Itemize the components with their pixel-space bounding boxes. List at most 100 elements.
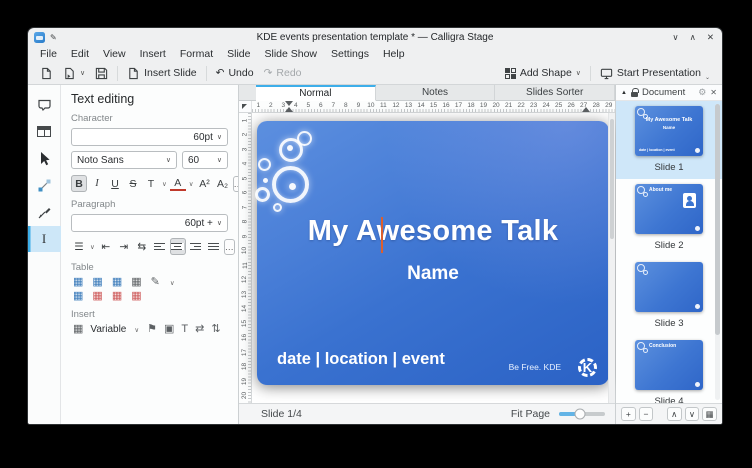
font-color-button[interactable]: A [170,176,186,191]
table-pen-button[interactable]: ✎ [151,277,160,288]
change-case-button[interactable]: T [143,175,159,192]
decrease-indent-button[interactable]: ⇤ [98,238,114,255]
insert-frame-button[interactable]: ▣ [164,324,174,335]
align-center-button[interactable] [170,238,186,255]
dock-close-icon[interactable]: ✕ [710,88,717,97]
table-tool[interactable] [28,118,61,144]
canvas-scrollbar[interactable] [608,113,615,403]
menu-item-settings[interactable]: Settings [324,48,376,60]
maximize-button[interactable]: ∧ [690,33,696,42]
tab-slides-sorter[interactable]: Slides Sorter [495,85,615,100]
tab-notes[interactable]: Notes [376,85,496,100]
font-family-select[interactable]: Noto Sans ∨ [71,151,177,169]
paragraph-more-button[interactable]: … [224,239,235,255]
zoom-slider[interactable] [559,412,605,416]
slide-footer-text[interactable]: date | location | event [277,350,445,369]
minimize-button[interactable]: ∨ [672,33,678,42]
hanging-indent-marker[interactable] [285,107,293,112]
paragraph-style-select[interactable]: 60pt + ∨ [71,214,228,232]
menu-item-edit[interactable]: Edit [64,48,96,60]
slide-thumbnail[interactable]: About me [635,184,703,234]
slide-canvas[interactable]: My Awesome Talk Name date | location | e… [252,113,615,403]
slide-list-item[interactable]: My Awesome TalkNamedate | location | eve… [616,101,722,179]
increase-indent-button[interactable]: ⇥ [116,238,132,255]
variable-button[interactable]: Variable [90,324,126,335]
move-slide-down-button[interactable]: ∨ [685,407,700,421]
tab-normal[interactable]: Normal [256,85,376,101]
slide-title-text[interactable]: My Awesome Talk [257,215,609,248]
open-document-button[interactable]: ∨ [58,64,90,83]
menu-item-slide[interactable]: Slide [220,48,257,60]
merge-cells-button[interactable]: ▦ [131,277,141,288]
swap-button[interactable]: ⇄ [195,324,204,335]
text-tool[interactable]: I [28,226,61,252]
superscript-button[interactable]: A² [197,175,213,192]
start-presentation-button[interactable]: Start Presentation ⌄ [595,64,715,83]
menu-item-help[interactable]: Help [376,48,412,60]
slide-page[interactable]: My Awesome Talk Name date | location | e… [257,121,609,385]
shape-select-tool[interactable] [28,91,61,117]
insert-row-above-button[interactable]: ▦ [73,277,83,288]
delete-table-button[interactable]: ▦ [131,291,141,302]
sort-button[interactable]: ⇅ [211,324,220,335]
slide-subtitle-text[interactable]: Name [257,263,609,285]
insert-column-button[interactable]: ▦ [112,277,122,288]
menu-item-format[interactable]: Format [173,48,220,60]
align-justify-button[interactable] [206,238,222,255]
undo-button[interactable]: ↶ Undo [211,64,259,83]
slide-list-scrollbar[interactable] [715,104,720,400]
preview-mode-button[interactable]: ▦ [702,407,717,421]
connector-tool[interactable] [28,172,61,198]
bookmark-flag-button[interactable]: ⚑ [147,324,157,335]
first-line-indent-marker[interactable] [285,101,293,106]
italic-button[interactable]: I [89,175,105,192]
align-left-button[interactable] [152,238,168,255]
chevron-down-icon[interactable]: ∨ [90,243,95,251]
collapse-icon[interactable]: ▲ [621,90,627,96]
slide-thumbnail[interactable] [635,262,703,312]
strikethrough-button[interactable]: S [125,175,141,192]
zoom-slider-handle[interactable] [574,409,585,420]
pin-icon[interactable]: ✎ [50,33,57,42]
chevron-down-icon[interactable]: ∨ [170,279,175,287]
list-style-button[interactable]: ☰ [71,238,87,255]
default-tool[interactable] [28,145,61,171]
slide-thumbnail[interactable]: Conclusion [635,340,703,390]
split-cells-button[interactable]: ▦ [73,291,83,302]
right-indent-marker[interactable] [582,107,590,112]
gear-icon[interactable]: ⚙ [698,87,706,98]
chevron-down-icon[interactable]: ∨ [189,180,194,188]
delete-column-button[interactable]: ▦ [112,291,122,302]
save-button[interactable] [90,64,113,83]
underline-button[interactable]: U [107,175,123,192]
slide-thumbnail[interactable]: My Awesome TalkNamedate | location | eve… [635,106,703,156]
special-character-button[interactable]: ▦ [73,324,83,335]
move-slide-up-button[interactable]: ∧ [667,407,682,421]
close-button[interactable]: ✕ [707,33,714,42]
subscript-button[interactable]: A₂ [215,175,231,192]
align-right-button[interactable] [188,238,204,255]
chevron-down-icon[interactable]: ∨ [134,326,139,334]
redo-button[interactable]: ↷ Redo [259,64,307,83]
chevron-down-icon[interactable]: ∨ [162,180,167,188]
change-indent-button[interactable]: ⇆ [134,238,150,255]
zoom-mode-label[interactable]: Fit Page [511,408,550,420]
menu-item-insert[interactable]: Insert [133,48,173,60]
slide-list-item[interactable]: Slide 3 [616,257,722,335]
bold-button[interactable]: B [71,175,87,192]
menu-item-slide-show[interactable]: Slide Show [257,48,324,60]
slide-list-item[interactable]: ConclusionSlide 4 [616,335,722,403]
lock-icon[interactable] [631,92,638,97]
add-shape-button[interactable]: Add Shape ∨ [500,64,586,83]
slide-list-item[interactable]: About meSlide 2 [616,179,722,257]
insert-row-below-button[interactable]: ▦ [92,277,102,288]
menu-item-file[interactable]: File [33,48,64,60]
titlebar[interactable]: ✎ KDE events presentation template * — C… [28,28,722,46]
font-size-select[interactable]: 60 ∨ [182,151,228,169]
delete-row-button[interactable]: ▦ [92,291,102,302]
new-document-button[interactable] [35,64,58,83]
insert-slide-button[interactable]: Insert Slide [122,64,202,83]
text-reference-button[interactable]: T [181,324,188,335]
path-edit-tool[interactable] [28,199,61,225]
menu-item-view[interactable]: View [96,48,133,60]
